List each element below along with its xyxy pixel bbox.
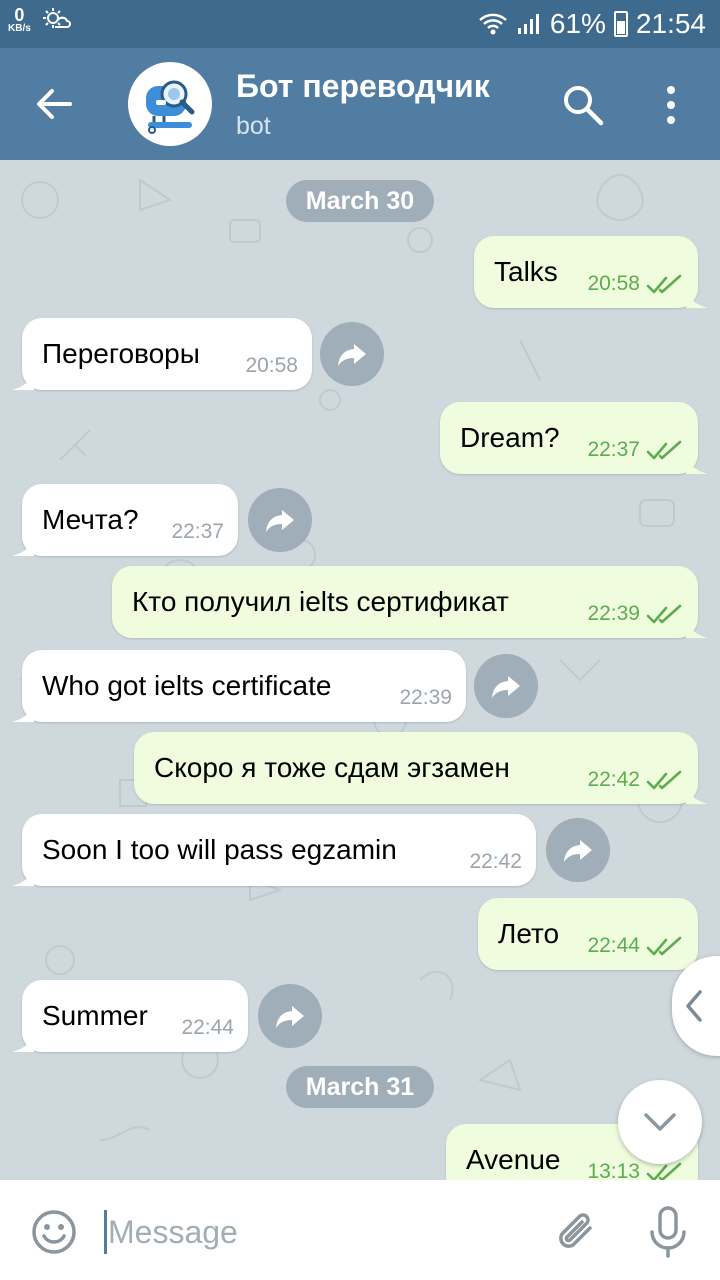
battery-icon — [613, 11, 628, 37]
emoji-icon[interactable] — [30, 1208, 78, 1256]
chat-header: Бот переводчик bot — [0, 48, 720, 160]
incoming-message[interactable]: Summer 22:44 — [12, 980, 248, 1052]
bubble-tail — [686, 452, 708, 474]
bubble-tail — [12, 864, 34, 886]
forward-button[interactable] — [248, 488, 312, 552]
back-arrow-icon[interactable] — [30, 80, 78, 128]
network-speed-value: 0 — [14, 5, 25, 25]
status-right: 61% 21:54 — [478, 8, 706, 40]
outgoing-message[interactable]: Скоро я тоже сдам эгзамен 22:42 — [134, 732, 708, 804]
incoming-message[interactable]: Переговоры 20:58 — [12, 318, 312, 390]
forward-button[interactable] — [320, 322, 384, 386]
message-time: 20:58 — [245, 354, 298, 377]
chat-subtitle: bot — [236, 112, 271, 140]
message-text: Мечта? — [42, 504, 139, 535]
message-time: 22:42 — [587, 768, 640, 791]
bubble-tail — [686, 782, 708, 804]
attach-icon[interactable] — [552, 1206, 602, 1258]
message-time: 22:42 — [469, 850, 522, 873]
outgoing-message[interactable]: Лето 22:44 — [478, 898, 708, 970]
bubble-tail — [12, 700, 34, 722]
incoming-message[interactable]: Мечта? 22:37 — [12, 484, 238, 556]
chat-title[interactable]: Бот переводчик — [236, 68, 490, 105]
share-arrow-icon — [492, 676, 520, 698]
message-time: 22:39 — [587, 602, 640, 625]
message-text: Talks — [494, 256, 558, 287]
scroll-down-button[interactable] — [618, 1080, 702, 1164]
double-check-icon — [646, 604, 682, 624]
message-text: Переговоры — [42, 338, 200, 369]
outgoing-message[interactable]: Dream? 22:37 — [440, 402, 708, 474]
network-speed-unit: KB/s — [8, 23, 31, 34]
message-text: Скоро я тоже сдам эгзамен — [154, 752, 510, 783]
forward-button[interactable] — [258, 984, 322, 1048]
bubble-tail — [686, 286, 708, 308]
chevron-left-icon — [686, 990, 702, 1022]
message-text: Лето — [498, 918, 560, 949]
date-separator: March 30 — [286, 180, 434, 222]
message-list[interactable]: March 30 March 31 Talks 20:58 Переговоры 20:5… — [0, 160, 720, 1180]
message-time: 22:44 — [587, 934, 640, 957]
bubble-tail — [12, 1030, 34, 1052]
incoming-message[interactable]: Soon I too will pass egzamin 22:42 — [12, 814, 536, 886]
message-time: 13:13 — [587, 1160, 640, 1180]
double-check-icon — [646, 936, 682, 956]
forward-button[interactable] — [474, 654, 538, 718]
share-arrow-icon — [338, 344, 366, 366]
date-separator: March 31 — [286, 1066, 434, 1108]
double-check-icon — [646, 440, 682, 460]
message-text: Who got ielts certificate — [42, 670, 332, 701]
incoming-message[interactable]: Who got ielts certificate 22:39 — [12, 650, 466, 722]
bubble-tail — [686, 616, 708, 638]
signal-icon — [517, 14, 539, 34]
message-time: 22:37 — [587, 438, 640, 461]
microphone-icon[interactable] — [646, 1204, 690, 1260]
status-left: 0 KB/s — [8, 6, 71, 34]
outgoing-message[interactable]: Кто получил ielts сертификат 22:39 — [112, 566, 708, 638]
chevron-down-icon — [644, 1113, 676, 1131]
double-check-icon — [646, 1162, 682, 1180]
message-text: Soon I too will pass egzamin — [42, 834, 397, 865]
clock: 21:54 — [635, 8, 706, 39]
status-bar: 0 KB/s 61% 21:54 — [0, 0, 720, 48]
outgoing-message[interactable]: Talks 20:58 — [474, 236, 708, 308]
robot-translator-icon — [146, 80, 195, 134]
message-time: 20:58 — [587, 272, 640, 295]
message-time: 22:39 — [399, 686, 452, 709]
search-icon[interactable] — [560, 82, 606, 128]
share-arrow-icon — [266, 510, 294, 532]
text-cursor — [104, 1210, 107, 1254]
wifi-icon — [479, 13, 507, 35]
bubble-tail — [12, 368, 34, 390]
double-check-icon — [646, 274, 682, 294]
bubble-tail — [12, 534, 34, 556]
message-time: 22:44 — [181, 1016, 234, 1039]
message-composer — [0, 1180, 720, 1280]
share-arrow-icon — [276, 1006, 304, 1028]
share-arrow-icon — [564, 840, 592, 862]
more-vert-icon[interactable] — [656, 82, 686, 128]
message-input[interactable] — [108, 1210, 528, 1254]
double-check-icon — [646, 770, 682, 790]
message-text: Avenue — [466, 1144, 561, 1175]
forward-button[interactable] — [546, 818, 610, 882]
weather-icon — [42, 8, 71, 28]
avatar[interactable] — [128, 62, 212, 146]
battery-percent: 61% — [549, 8, 606, 39]
message-text: Кто получил ielts сертификат — [132, 586, 509, 617]
message-text: Summer — [42, 1000, 148, 1031]
message-text: Dream? — [460, 422, 560, 453]
message-time: 22:37 — [171, 520, 224, 543]
network-speed: 0 KB/s — [8, 6, 31, 34]
